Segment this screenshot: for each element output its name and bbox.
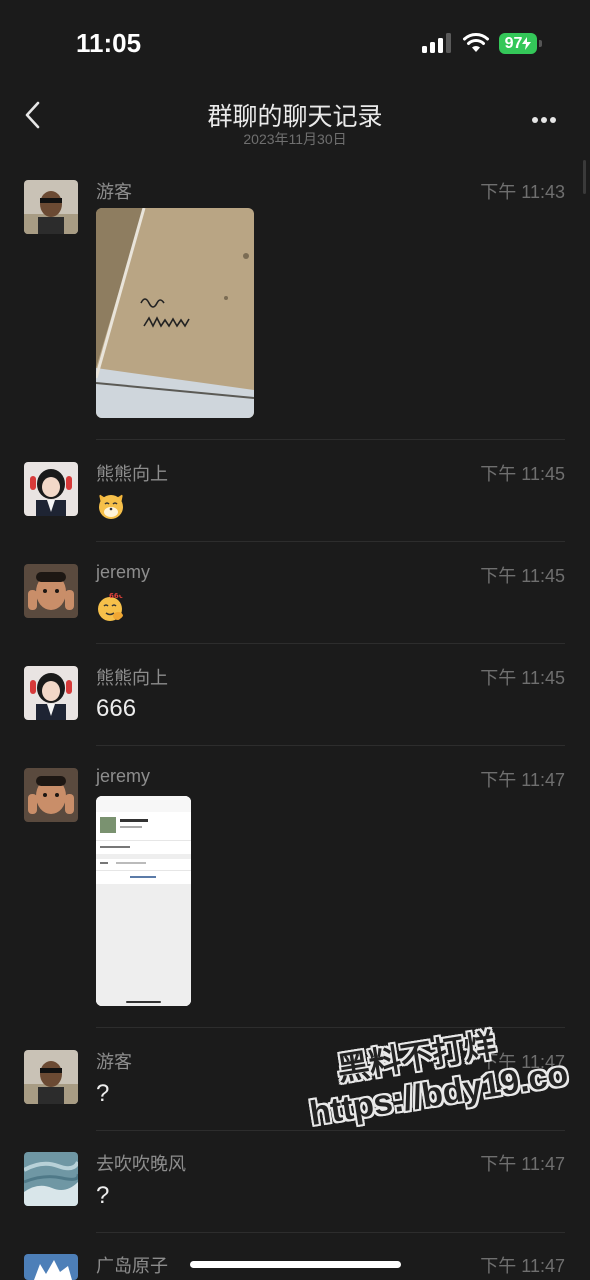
666-face-emoji-icon[interactable]: 666: [96, 592, 126, 622]
sender-name: jeremy: [96, 562, 151, 582]
home-indicator[interactable]: [190, 1261, 401, 1268]
cellular-signal-icon: [422, 33, 452, 53]
avatar[interactable]: [24, 462, 78, 516]
message-text[interactable]: 666: [96, 695, 136, 723]
avatar[interactable]: [24, 564, 78, 618]
charging-bolt-icon: [522, 37, 532, 50]
message-divider: [96, 1232, 565, 1233]
message-time: 下午 11:45: [480, 668, 565, 688]
battery-level: 97: [504, 34, 523, 52]
message-image[interactable]: [96, 796, 191, 1006]
message-time: 下午 11:45: [480, 566, 565, 586]
sender-name: 熊熊向上: [96, 668, 168, 688]
chat-message: 去吹吹晚风 下午 11:47 ?: [0, 1152, 590, 1233]
message-time: 下午 11:43: [480, 182, 565, 202]
avatar[interactable]: [24, 768, 78, 822]
sender-name: jeremy: [96, 766, 151, 786]
cat-face-emoji-icon[interactable]: [96, 490, 126, 520]
svg-text:666: 666: [109, 592, 124, 600]
avatar[interactable]: [24, 1050, 78, 1104]
message-divider: [96, 745, 565, 746]
sender-name: 广岛原子: [96, 1256, 168, 1276]
chat-date: 2023年11月30日: [243, 131, 347, 147]
avatar[interactable]: [24, 666, 78, 720]
more-dots-icon: [532, 117, 538, 123]
message-divider: [96, 643, 565, 644]
avatar[interactable]: [24, 180, 78, 234]
sender-name: 去吹吹晚风: [96, 1154, 186, 1174]
avatar[interactable]: [24, 1254, 78, 1280]
message-text[interactable]: ?: [96, 1080, 109, 1108]
page-title: 群聊的聊天记录: [207, 103, 383, 131]
message-time: 下午 11:47: [480, 770, 565, 790]
chat-message: jeremy 下午 11:47: [0, 766, 590, 1030]
message-time: 下午 11:47: [480, 1256, 565, 1276]
message-image[interactable]: [96, 208, 254, 418]
message-text[interactable]: ?: [96, 1182, 109, 1210]
chat-message: jeremy 下午 11:45 666: [0, 562, 590, 644]
sender-name: 游客: [96, 1052, 132, 1072]
more-options-button[interactable]: [532, 110, 559, 128]
battery-cap: [539, 40, 542, 47]
message-time: 下午 11:45: [480, 464, 565, 484]
chat-message: 熊熊向上 下午 11:45 666: [0, 666, 590, 746]
message-divider: [96, 439, 565, 440]
status-time: 11:05: [76, 28, 142, 58]
battery-icon: 97: [499, 33, 537, 54]
sender-name: 熊熊向上: [96, 464, 168, 484]
message-divider: [96, 541, 565, 542]
status-bar: 11:05 97: [0, 0, 590, 88]
wifi-icon: [463, 33, 489, 52]
message-time: 下午 11:47: [480, 1154, 565, 1174]
chat-message: 游客 下午 11:43: [0, 180, 590, 442]
sender-name: 游客: [96, 182, 132, 202]
nav-bar: 群聊的聊天记录 2023年11月30日: [0, 88, 590, 158]
avatar[interactable]: [24, 1152, 78, 1206]
chat-message: 熊熊向上 下午 11:45: [0, 462, 590, 542]
